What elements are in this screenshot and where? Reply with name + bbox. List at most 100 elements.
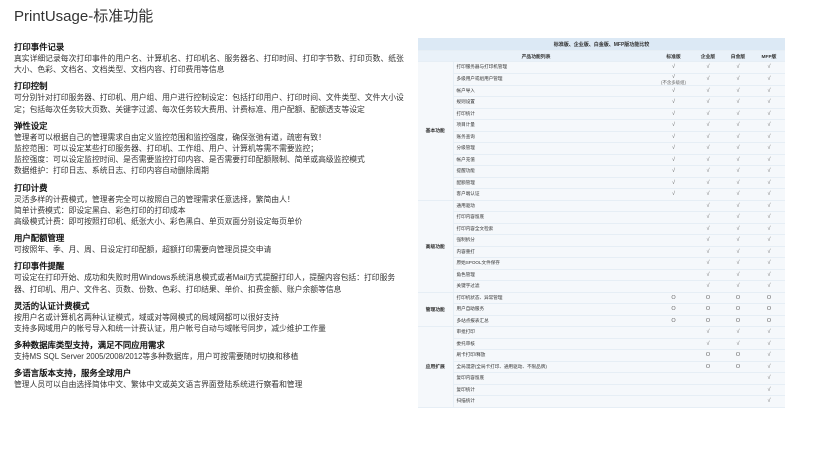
feature-heading: 多语言版本支持，服务全球用户 (14, 368, 132, 379)
support-mark-cell: √ (693, 154, 723, 166)
support-mark-cell: √ (693, 280, 723, 293)
support-mark: O (766, 294, 772, 301)
support-mark: O (735, 352, 741, 359)
support-mark-cell: √ (723, 177, 753, 189)
support-mark-cell: √ (753, 73, 785, 86)
support-mark-cell: √ (654, 165, 693, 178)
support-mark-cell: √ (654, 119, 693, 132)
support-mark-cell: √ (753, 165, 785, 178)
support-mark-cell: √ (753, 384, 785, 396)
table-row: 打印内容留底 √ √ √ (418, 211, 785, 224)
support-mark-cell: √ (723, 338, 753, 350)
feature-name-cell: 用户自助服务 (453, 303, 654, 316)
feature-name-cell: 角色管理 (453, 269, 654, 281)
support-mark-cell (723, 384, 753, 396)
support-mark: √ (767, 225, 771, 232)
support-mark: √ (671, 122, 676, 129)
table-row: 项目计量 √ √ √ √ (418, 119, 785, 132)
support-mark-cell: √ (723, 131, 753, 143)
support-mark-cell: √ (693, 269, 723, 281)
support-mark-cell: √ (753, 131, 785, 143)
support-mark: √ (767, 398, 771, 405)
support-mark-cell: √ (753, 257, 785, 270)
support-mark: √ (736, 133, 740, 140)
support-mark-cell: O (753, 315, 785, 327)
table-row: 账务查询 √ √ √ √ (418, 131, 785, 143)
table-row: 复印统计 √ (418, 384, 785, 396)
support-mark-cell: √ (723, 326, 753, 339)
support-mark-cell: √ (723, 211, 753, 224)
feature-name-cell: 关键字过滤 (453, 280, 654, 293)
support-mark: √ (736, 237, 740, 244)
support-mark-cell (654, 361, 693, 373)
support-mark-cell: √ (654, 96, 693, 109)
support-mark: √ (767, 352, 771, 359)
comparison-table: 标准版、企业版、白金版、MFP版功能比较 产品功能列表 标准版 企业版 白金版 … (418, 38, 785, 408)
feature-description: 数据维护：打印日志、系统日志、打印内容自动删除周期 (14, 166, 209, 176)
support-mark: √ (767, 363, 771, 370)
support-mark: √ (736, 271, 740, 278)
support-mark-cell: O (654, 292, 693, 304)
feature-heading: 打印控制 (14, 81, 48, 92)
support-mark-cell: √ (不含多级组) (654, 73, 693, 86)
support-mark: √ (767, 156, 771, 163)
support-mark-cell: √ (753, 234, 785, 247)
support-mark: √ (767, 260, 771, 267)
table-row: 管理功能 打印机状态、异常管理 O O O O (418, 292, 785, 327)
support-mark: √ (706, 168, 710, 175)
feature-name-cell: 帐户充值 (453, 154, 654, 166)
support-mark: √ (767, 386, 771, 393)
support-mark-cell (654, 257, 693, 270)
support-mark: √ (736, 76, 740, 82)
group-label: 基本功能 (418, 61, 454, 201)
feature-description: 按用户名或计算机名两种认证模式，域或对等网模式的局域网都可以很好支持 (14, 312, 280, 322)
support-mark: √ (736, 260, 740, 267)
feature-description: 可按照年、季、月、周、日设定打印配额，超额打印需要向管理员提交申请 (14, 245, 272, 255)
support-mark-cell: √ (723, 73, 753, 86)
feature-name-cell: 强制拆分 (453, 234, 654, 247)
table-row: 打印内容全文检索 √ √ √ (418, 223, 785, 235)
table-row: 高级功能 通用驱动 √ √ √ (418, 200, 785, 293)
support-mark: √ (767, 375, 771, 382)
feature-name-cell: 扫描统计 (453, 395, 654, 408)
support-mark: √ (736, 214, 740, 221)
support-mark-cell: √ (693, 96, 723, 109)
support-mark-cell: √ (654, 108, 693, 120)
feature-name-cell: 多站点报表汇总 (453, 315, 654, 327)
support-mark: √ (767, 214, 771, 221)
table-body: 基本功能 打印服务器与打印机管理 √ √ √ √ 多级用户或组用户管理 √ (不含多级组) √ √ √… (418, 61, 785, 408)
support-mark-cell: √ (723, 200, 753, 212)
support-mark-cell: √ (693, 108, 723, 120)
feature-name-cell: 帐户导入 (453, 85, 654, 97)
support-mark: √ (706, 283, 710, 290)
feature-name-cell: 打印统计 (453, 108, 654, 120)
table-row: 扫描统计 √ (418, 395, 785, 408)
support-mark: √ (736, 110, 740, 117)
support-mark-cell: √ (753, 361, 785, 373)
support-mark-cell: O (723, 303, 753, 316)
feature-heading: 多种数据库类型支持，满足不同应用需求 (14, 340, 165, 351)
feature-description: 监控范围：可以设定某些打印服务器、打印机、工作组、用户、计算机等需不需要监控； (14, 144, 319, 154)
support-mark: √ (671, 73, 676, 80)
feature-section: 打印事件记录 真实详细记录每次打印事件的用户名、计算机名、打印机名、服务器名、打印… (14, 42, 408, 75)
support-mark-cell: √ (723, 269, 753, 281)
support-mark-cell: √ (654, 61, 693, 74)
feature-description: 支持MS SQL Server 2005/2008/2012等多种数据库，用户可… (14, 352, 299, 362)
support-mark-cell (654, 211, 693, 224)
support-mark: √ (767, 110, 771, 117)
feature-name-cell: 审批打印 (453, 326, 654, 339)
table-row: 打印统计 √ √ √ √ (418, 108, 785, 120)
support-mark: √ (671, 133, 676, 140)
support-mark: √ (706, 214, 710, 221)
support-mark-cell (654, 349, 693, 362)
feature-name-cell: 项目计量 (453, 119, 654, 132)
support-mark: O (671, 317, 676, 324)
table-row: 强制拆分 √ √ √ (418, 234, 785, 247)
feature-description: 高级模式计费：即可按照打印机、纸张大小、彩色黑白、单页双面分别设定每页单价 (14, 217, 303, 227)
support-mark: √ (706, 122, 710, 129)
feature-section: 弹性设定 管理者可以根据自己的管理需求自由定义监控范围和监控强度，确保张弛有道，疏… (14, 121, 408, 177)
comparison-table-container: 标准版、企业版、白金版、MFP版功能比较 产品功能列表 标准版 企业版 白金版 … (418, 38, 785, 453)
table-row: 刷卡打印/释放 O O √ (418, 349, 785, 362)
feature-heading: 灵活的认证计费模式 (14, 300, 90, 311)
support-mark: √ (706, 110, 710, 117)
